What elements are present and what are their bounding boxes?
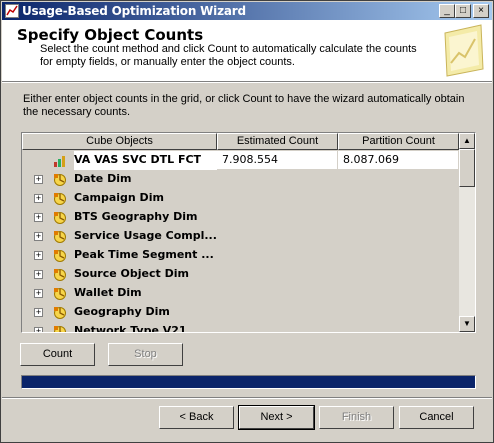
page-title: Specify Object Counts: [17, 26, 204, 44]
expand-icon[interactable]: +: [34, 194, 43, 203]
grid-row[interactable]: + Geography Dim: [22, 303, 459, 322]
scroll-up-button[interactable]: ▲: [459, 133, 475, 149]
wizard-window: Usage-Based Optimization Wizard _ □ × Sp…: [0, 0, 494, 443]
grid-row[interactable]: + Peak Time Segment ...: [22, 246, 459, 265]
dimension-icon: [54, 231, 66, 243]
dimension-icon: [54, 288, 66, 300]
grid-scrollbar[interactable]: ▲ ▼: [459, 133, 475, 332]
footer-divider: [2, 397, 492, 399]
dimension-icon: [54, 269, 66, 281]
finish-button[interactable]: Finish: [319, 406, 394, 429]
cube-object-name: Peak Time Segment ...: [74, 248, 214, 261]
cube-object-name: Wallet Dim: [74, 286, 142, 299]
grid-row[interactable]: + Network Type V21: [22, 322, 459, 332]
scroll-down-button[interactable]: ▼: [459, 316, 475, 332]
scroll-thumb[interactable]: [459, 149, 475, 187]
cube-object-name: Service Usage Compl...: [74, 229, 217, 242]
grid-row[interactable]: + Campaign Dim: [22, 189, 459, 208]
maximize-button[interactable]: □: [455, 4, 471, 18]
wizard-app-icon: [5, 4, 19, 18]
grid-row[interactable]: + Service Usage Compl...: [22, 227, 459, 246]
expand-icon[interactable]: +: [34, 289, 43, 298]
expand-icon[interactable]: +: [34, 232, 43, 241]
instructions-text: Either enter object counts in the grid, …: [23, 93, 465, 118]
cube-object-name: Geography Dim: [74, 305, 170, 318]
object-count-grid[interactable]: Cube Objects Estimated Count Partition C…: [21, 132, 476, 333]
dimension-icon: [54, 212, 66, 224]
expand-icon[interactable]: +: [34, 175, 43, 184]
dimension-icon: [54, 174, 66, 186]
expand-icon[interactable]: +: [34, 270, 43, 279]
expand-icon[interactable]: +: [34, 308, 43, 317]
count-button[interactable]: Count: [20, 343, 95, 366]
grid-row[interactable]: VA VAS SVC DTL FCT 7.908.554 8.087.069: [22, 151, 459, 170]
wizard-logo-icon: [444, 24, 484, 77]
grid-row[interactable]: + Source Object Dim: [22, 265, 459, 284]
cube-object-name: VA VAS SVC DTL FCT: [74, 151, 217, 170]
partition-count-cell[interactable]: 8.087.069: [338, 151, 459, 170]
dimension-icon: [54, 193, 66, 205]
window-title: Usage-Based Optimization Wizard: [22, 4, 246, 18]
cube-object-name: Source Object Dim: [74, 267, 189, 280]
cube-object-name: Campaign Dim: [74, 191, 164, 204]
page-description: Select the count method and click Count …: [40, 43, 417, 68]
cancel-button[interactable]: Cancel: [399, 406, 474, 429]
column-header-cube-objects[interactable]: Cube Objects: [22, 133, 217, 150]
header-divider: [2, 82, 492, 83]
stop-button[interactable]: Stop: [108, 343, 183, 366]
expand-icon[interactable]: +: [34, 327, 43, 332]
progress-bar: [21, 375, 476, 389]
measure-group-icon: [54, 156, 65, 167]
dimension-icon: [54, 307, 66, 319]
title-bar[interactable]: Usage-Based Optimization Wizard _ □ ×: [2, 2, 492, 20]
cube-object-name: BTS Geography Dim: [74, 210, 198, 223]
back-button[interactable]: < Back: [159, 406, 234, 429]
dimension-icon: [54, 250, 66, 262]
next-button[interactable]: Next >: [238, 405, 315, 430]
grid-row[interactable]: + BTS Geography Dim: [22, 208, 459, 227]
minimize-button[interactable]: _: [439, 4, 455, 18]
close-button[interactable]: ×: [473, 4, 489, 18]
cube-object-name: Network Type V21: [74, 324, 187, 332]
estimated-count-cell[interactable]: 7.908.554: [217, 151, 338, 170]
column-header-partition-count[interactable]: Partition Count: [338, 133, 459, 150]
grid-row[interactable]: + Wallet Dim: [22, 284, 459, 303]
cube-object-name: Date Dim: [74, 172, 132, 185]
grid-row[interactable]: + Date Dim: [22, 170, 459, 189]
dimension-icon: [54, 326, 66, 332]
expand-icon[interactable]: +: [34, 213, 43, 222]
wizard-header: Specify Object Counts Select the count m…: [2, 20, 492, 82]
expand-icon[interactable]: +: [34, 251, 43, 260]
column-header-estimated-count[interactable]: Estimated Count: [217, 133, 338, 150]
